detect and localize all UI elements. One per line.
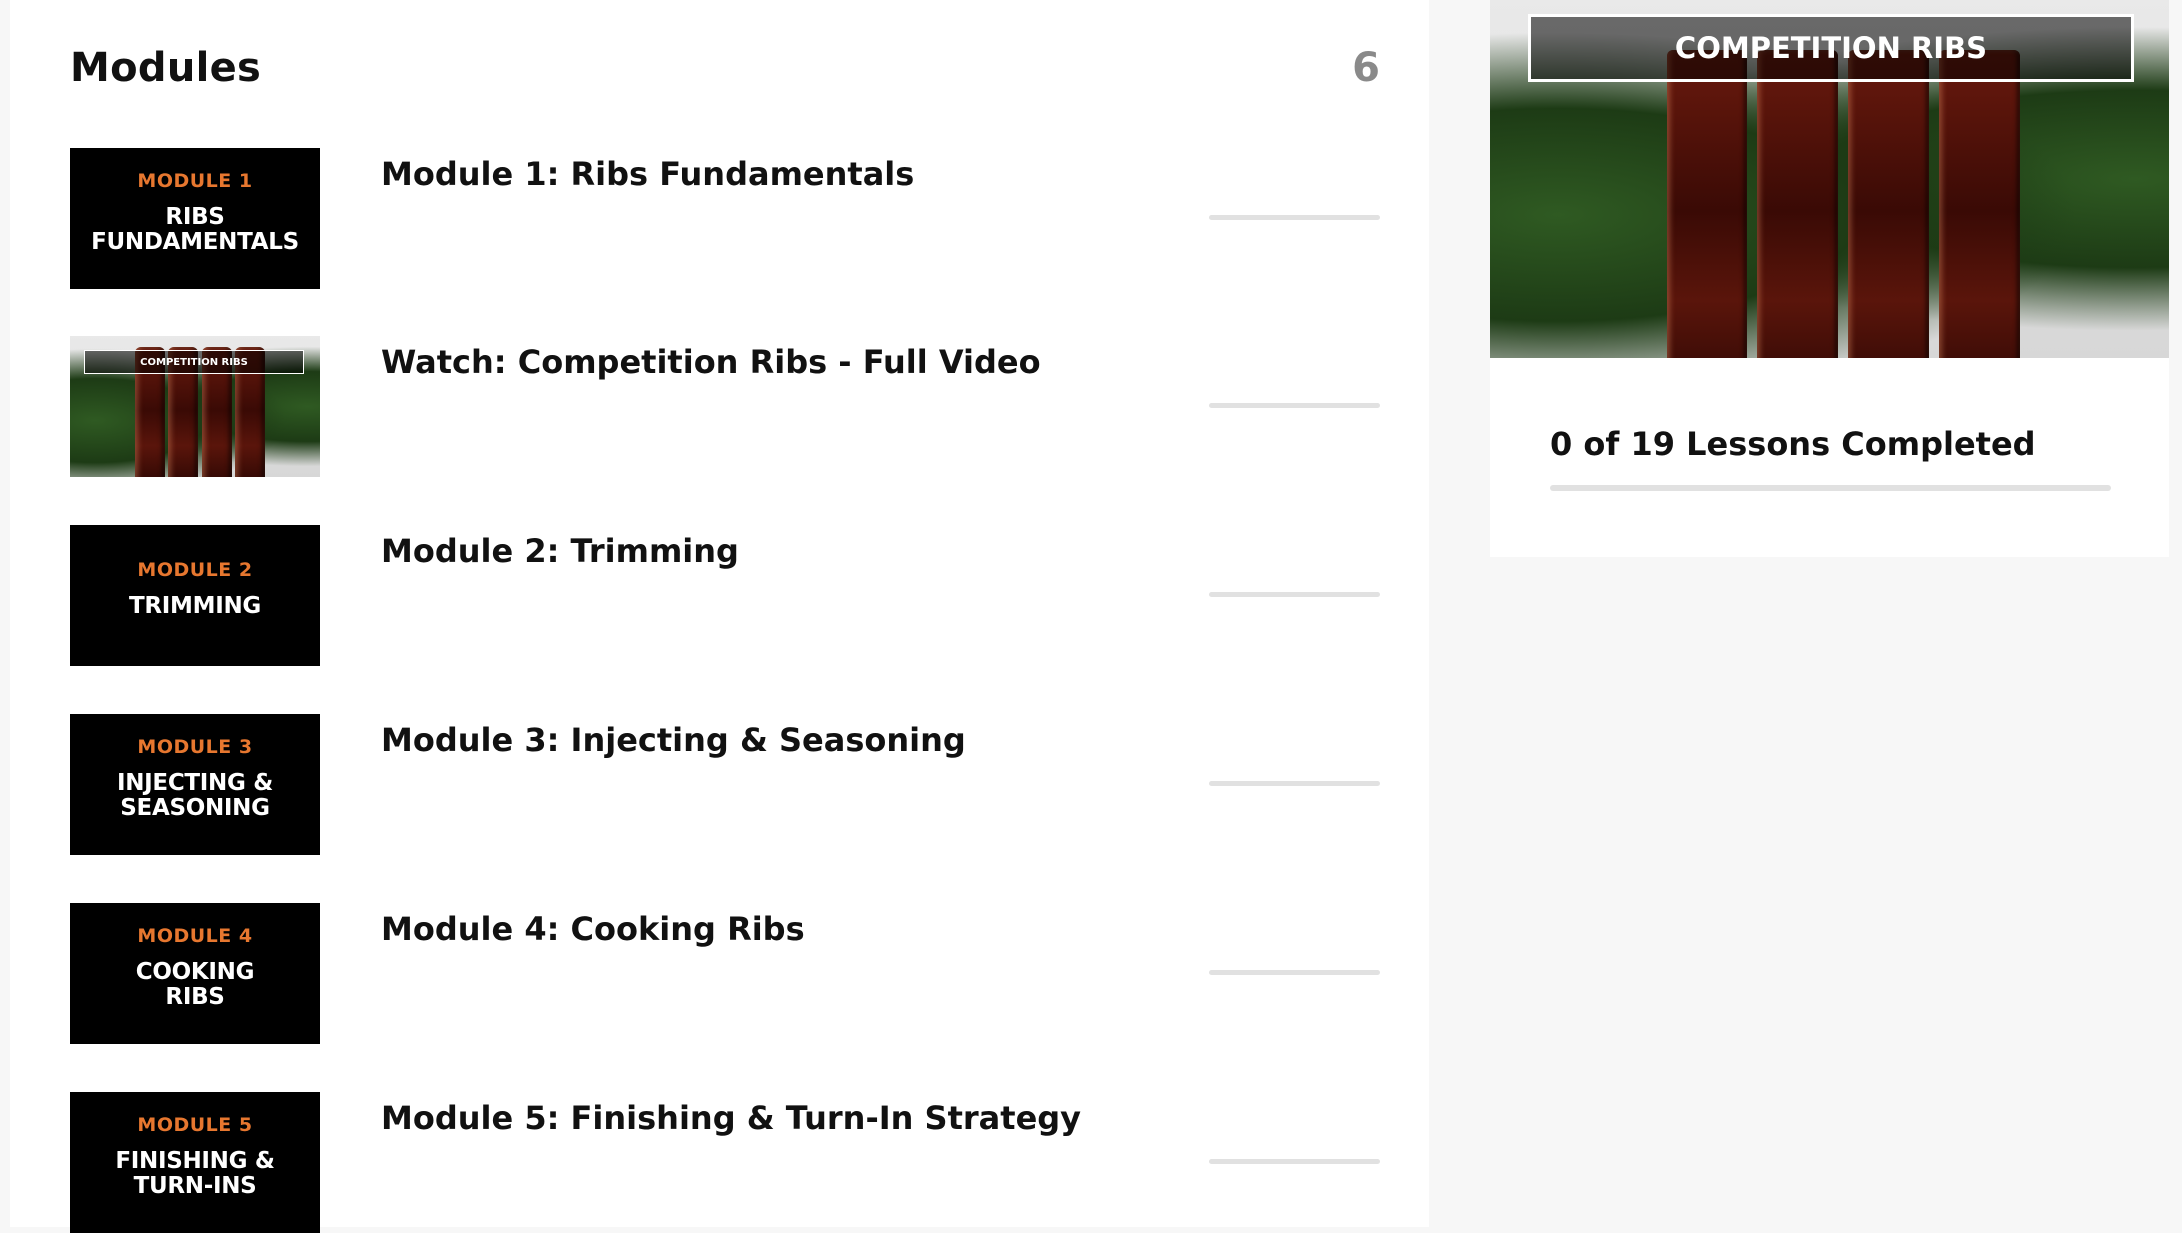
thumbnail-name: INJECTING & SEASONING bbox=[116, 769, 274, 821]
thumbnail-kicker: MODULE 2 bbox=[137, 559, 253, 581]
module-row-6[interactable]: MODULE 5 FINISHING & TURN-INS Module 5: … bbox=[70, 1092, 1380, 1233]
module-row-4[interactable]: MODULE 3 INJECTING & SEASONING Module 3:… bbox=[70, 714, 1380, 855]
thumbnail-name: FINISHING & TURN-INS bbox=[115, 1147, 275, 1199]
module-row-3[interactable]: MODULE 2 TRIMMING Module 2: Trimming bbox=[70, 525, 1380, 666]
module-progress-bar bbox=[1209, 403, 1380, 408]
module-thumbnail[interactable]: MODULE 5 FINISHING & TURN-INS bbox=[70, 1092, 320, 1233]
modules-panel: Modules 6 MODULE 1 RIBS FUNDAMENTALS Mod… bbox=[10, 0, 1429, 1233]
course-image-label: COMPETITION RIBS bbox=[1528, 14, 2134, 82]
thumbnail-photo-label: COMPETITION RIBS bbox=[84, 350, 304, 374]
modules-count: 6 bbox=[1352, 45, 1380, 91]
thumbnail-kicker: MODULE 5 bbox=[137, 1113, 253, 1136]
thumbnail-name: COOKING RIBS bbox=[135, 958, 255, 1010]
module-thumbnail[interactable]: MODULE 3 INJECTING & SEASONING bbox=[70, 714, 320, 855]
module-row-2[interactable]: COMPETITION RIBS Watch: Competition Ribs… bbox=[70, 336, 1380, 477]
modules-header: Modules 6 bbox=[70, 38, 1380, 98]
module-thumbnail[interactable]: MODULE 2 TRIMMING bbox=[70, 525, 320, 666]
module-title[interactable]: Module 2: Trimming bbox=[381, 531, 739, 571]
lessons-completed-text: 0 of 19 Lessons Completed bbox=[1550, 425, 2036, 463]
module-thumbnail[interactable]: MODULE 4 COOKING RIBS bbox=[70, 903, 320, 1044]
thumbnail-kicker: MODULE 3 bbox=[137, 735, 253, 758]
thumbnail-name: TRIMMING bbox=[128, 593, 262, 619]
thumbnail-name: RIBS FUNDAMENTALS bbox=[91, 203, 299, 255]
ribs-image bbox=[1666, 50, 2020, 358]
module-row-1[interactable]: MODULE 1 RIBS FUNDAMENTALS Module 1: Rib… bbox=[70, 148, 1380, 289]
module-title[interactable]: Module 4: Cooking Ribs bbox=[381, 909, 805, 949]
module-title[interactable]: Module 1: Ribs Fundamentals bbox=[381, 154, 914, 194]
module-thumbnail[interactable]: MODULE 1 RIBS FUNDAMENTALS bbox=[70, 148, 320, 289]
course-progress-card: COMPETITION RIBS 0 of 19 Lessons Complet… bbox=[1490, 0, 2169, 557]
module-thumbnail-photo[interactable]: COMPETITION RIBS bbox=[70, 336, 320, 477]
course-image[interactable]: COMPETITION RIBS bbox=[1490, 0, 2169, 358]
module-row-5[interactable]: MODULE 4 COOKING RIBS Module 4: Cooking … bbox=[70, 903, 1380, 1044]
module-progress-bar bbox=[1209, 592, 1380, 597]
modules-title: Modules bbox=[70, 45, 262, 91]
module-progress-bar bbox=[1209, 970, 1380, 975]
thumbnail-kicker: MODULE 4 bbox=[137, 924, 253, 947]
course-progress-bar bbox=[1550, 485, 2111, 491]
module-progress-bar bbox=[1209, 215, 1380, 220]
module-title[interactable]: Watch: Competition Ribs - Full Video bbox=[381, 342, 1041, 382]
module-progress-bar bbox=[1209, 1159, 1380, 1164]
module-progress-bar bbox=[1209, 781, 1380, 786]
module-title[interactable]: Module 3: Injecting & Seasoning bbox=[381, 720, 966, 760]
module-title[interactable]: Module 5: Finishing & Turn-In Strategy bbox=[381, 1098, 1081, 1138]
thumbnail-kicker: MODULE 1 bbox=[137, 169, 253, 192]
